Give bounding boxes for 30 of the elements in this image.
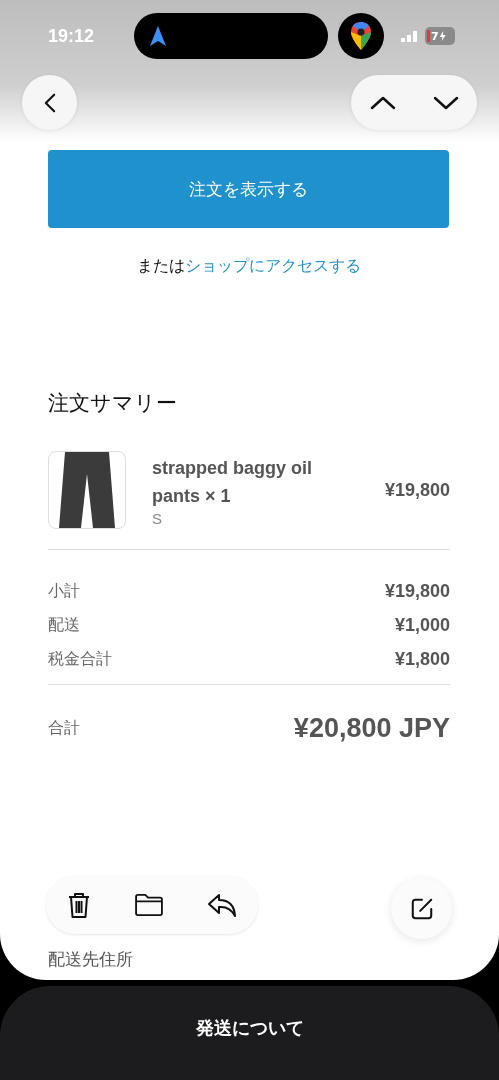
chevron-left-icon <box>43 92 56 113</box>
signal-icon <box>401 30 419 42</box>
cost-amount: ¥1,800 <box>394 648 450 670</box>
battery-indicator: 7 <box>425 27 455 45</box>
shop-link[interactable]: ショップにアクセスする <box>185 256 361 275</box>
product-variant: S <box>152 509 163 527</box>
reply-icon[interactable] <box>206 892 237 918</box>
clock: 19:12 <box>48 25 96 47</box>
folder-icon[interactable] <box>134 893 164 917</box>
chevron-down-icon[interactable] <box>432 95 459 110</box>
or-text: または <box>137 256 185 275</box>
shipping-address-label: 配送先住所 <box>48 948 134 971</box>
cost-label: 小計 <box>48 580 80 602</box>
cost-amount: ¥19,800 <box>384 580 450 602</box>
product-price: ¥19,800 <box>384 479 450 501</box>
map-pin-icon <box>338 13 384 59</box>
cost-label: 配送 <box>48 614 80 636</box>
sheet-title: 発送について <box>195 1016 304 1040</box>
section-title: 注文サマリー <box>48 390 178 417</box>
compose-icon <box>409 896 434 921</box>
compose-button[interactable] <box>391 878 452 939</box>
total-label: 合計 <box>48 718 80 739</box>
chevron-up-icon[interactable] <box>369 95 396 110</box>
navigation-arrow-icon <box>150 26 166 46</box>
total-amount: ¥20,800 JPY <box>293 713 450 744</box>
trash-icon[interactable] <box>67 891 92 919</box>
view-order-button[interactable]: 注文を表示する <box>48 150 449 228</box>
cost-amount: ¥1,000 <box>394 614 450 636</box>
cost-label: 税金合計 <box>48 648 112 670</box>
product-name: strapped baggy oil pants × 1 <box>152 456 314 508</box>
